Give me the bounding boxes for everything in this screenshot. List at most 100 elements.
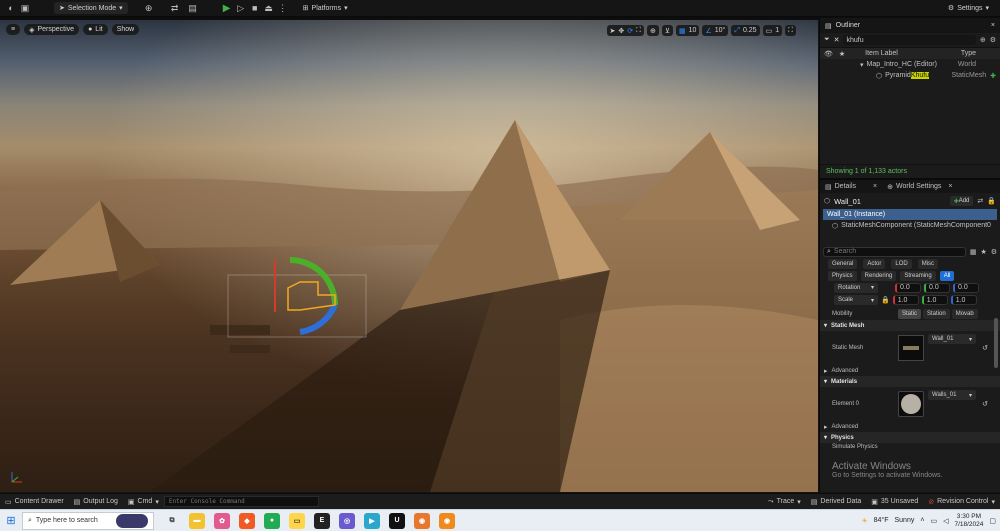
- trace-button[interactable]: ⤳ Trace ▾: [763, 494, 806, 510]
- cmd-dropdown[interactable]: ▣ Cmd ▾: [123, 494, 164, 510]
- world-local-toggle[interactable]: ⊕: [647, 25, 659, 36]
- rotation-snap-control[interactable]: ∠ 10°: [702, 25, 729, 36]
- platforms-menu[interactable]: ⊞ Platforms ▾: [298, 2, 353, 14]
- grid-snap-control[interactable]: ▦ 10: [676, 25, 700, 36]
- add-component-button[interactable]: ✚ Add: [949, 196, 974, 206]
- show-hidden-icons[interactable]: ˄: [920, 517, 924, 524]
- filter-lod[interactable]: LOD: [891, 259, 912, 269]
- world-settings-tab[interactable]: ⊕ World Settings ×: [882, 183, 957, 191]
- rotation-z[interactable]: 0.0: [953, 282, 979, 293]
- scale-tool-icon[interactable]: ⛶: [636, 27, 641, 35]
- static-mesh-picker[interactable]: Wall_01 ▾: [928, 334, 976, 344]
- show-button[interactable]: Show: [111, 24, 140, 35]
- col-type[interactable]: Type: [961, 50, 976, 57]
- add-filter-icon[interactable]: ⊕: [980, 36, 986, 44]
- close-icon[interactable]: ×: [873, 183, 877, 190]
- material-picker[interactable]: Walls_01 ▾: [928, 390, 976, 400]
- weather-temp[interactable]: 84°F: [874, 517, 889, 524]
- select-tool-icon[interactable]: ➤: [610, 27, 616, 35]
- outliner-tab[interactable]: ▤ Outliner ×: [820, 18, 1000, 33]
- photos-icon[interactable]: ✿: [214, 512, 230, 529]
- cinematics-icon[interactable]: ▤: [186, 2, 200, 14]
- output-log-button[interactable]: ▤ Output Log: [69, 494, 123, 510]
- more-options-icon[interactable]: ⋮: [276, 2, 290, 14]
- save-icon[interactable]: ▣: [18, 2, 32, 14]
- volume-icon[interactable]: ◁: [943, 517, 948, 525]
- viewport-menu-button[interactable]: ≡: [6, 24, 21, 35]
- advanced-row[interactable]: ▸ Advanced: [820, 365, 1000, 376]
- rotate-tool-icon[interactable]: ⟳: [627, 27, 633, 35]
- chrome-icon[interactable]: ●: [264, 512, 280, 529]
- gear-icon[interactable]: ⚙: [991, 248, 997, 256]
- reset-icon[interactable]: ↺: [982, 400, 988, 408]
- component-row[interactable]: ⬡ StaticMeshComponent (StaticMeshCompone…: [820, 220, 1000, 231]
- camera-speed-control[interactable]: ▭ 1: [762, 25, 783, 36]
- table-view-icon[interactable]: ▦: [970, 248, 977, 256]
- static-mesh-thumbnail[interactable]: [898, 335, 924, 361]
- expand-arrow-icon[interactable]: ▾: [860, 61, 864, 69]
- static-mesh-section[interactable]: ▾ Static Mesh: [820, 320, 1000, 331]
- lit-button[interactable]: ● Lit: [83, 24, 108, 35]
- details-search-input[interactable]: ⌕ Search: [823, 246, 966, 257]
- step-icon[interactable]: ▷: [234, 2, 248, 14]
- mobility-static[interactable]: Static: [898, 308, 922, 319]
- materials-section[interactable]: ▾ Materials: [820, 376, 1000, 387]
- unsaved-button[interactable]: ▣ 35 Unsaved: [866, 494, 923, 510]
- outliner-row-world[interactable]: ▾ Map_Intro_HC (Editor) World: [820, 59, 1000, 70]
- video-editor-icon[interactable]: ▶: [364, 512, 380, 529]
- surface-snap-toggle[interactable]: ⊻: [661, 25, 674, 36]
- details-tab[interactable]: ▤ Details ×: [820, 183, 882, 191]
- unreal-logo-icon[interactable]: ◐: [4, 2, 18, 14]
- rotation-y[interactable]: 0.0: [924, 282, 950, 293]
- filter-physics[interactable]: Physics: [828, 271, 857, 281]
- rotation-dropdown[interactable]: Rotation ▾: [834, 282, 878, 293]
- maximize-viewport-button[interactable]: ⛶: [785, 25, 796, 36]
- blueprint-icon[interactable]: ⇄: [168, 2, 182, 14]
- sticky-notes-icon[interactable]: ▭: [289, 512, 305, 529]
- network-icon[interactable]: ▭: [930, 517, 937, 525]
- revision-control-button[interactable]: ⊘ Revision Control ▾: [923, 494, 1000, 510]
- epic-games-icon[interactable]: E: [314, 512, 330, 529]
- console-input[interactable]: Enter Console Command: [163, 496, 319, 507]
- gear-icon[interactable]: ⚙: [990, 36, 996, 44]
- file-explorer-icon[interactable]: ▬: [189, 512, 205, 529]
- blueprint-icon[interactable]: ⇄: [977, 197, 983, 205]
- outliner-search-input[interactable]: khufu: [843, 35, 976, 45]
- stop-icon[interactable]: ■: [248, 2, 262, 14]
- scale-z[interactable]: 1.0: [950, 295, 977, 305]
- mobility-station[interactable]: Station: [923, 308, 950, 319]
- filter-streaming[interactable]: Streaming: [900, 271, 936, 281]
- task-view-icon[interactable]: ⧉: [164, 513, 180, 529]
- scale-dropdown[interactable]: Scale ▾: [834, 295, 878, 305]
- scale-x[interactable]: 1.0: [892, 295, 919, 305]
- derived-data-button[interactable]: ▤ Derived Data: [806, 494, 866, 510]
- filter-all[interactable]: All: [939, 271, 955, 281]
- messenger-icon[interactable]: ◎: [339, 512, 355, 529]
- clock[interactable]: 3:30 PM 7/18/2024: [954, 513, 983, 529]
- taskbar-search[interactable]: ⌕ Type here to search: [22, 511, 154, 530]
- mobility-movable[interactable]: Movab: [951, 308, 978, 319]
- unreal-editor-icon[interactable]: U: [389, 512, 405, 529]
- play-icon[interactable]: ▶: [220, 2, 234, 14]
- blender-icon[interactable]: ◉: [414, 512, 430, 529]
- filter-actor[interactable]: Actor: [863, 259, 886, 269]
- close-icon[interactable]: ×: [991, 22, 995, 29]
- physics-section[interactable]: ▾ Physics: [820, 432, 1000, 443]
- settings-menu[interactable]: ⚙ Settings ▾: [943, 2, 994, 14]
- reset-icon[interactable]: ↺: [982, 344, 988, 352]
- content-drawer-button[interactable]: ▭ Content Drawer: [0, 494, 69, 510]
- brave-browser-icon[interactable]: ◆: [239, 512, 255, 529]
- scale-y[interactable]: 1.0: [921, 295, 948, 305]
- add-icon[interactable]: ✚: [990, 72, 996, 80]
- material-thumbnail[interactable]: [898, 391, 924, 417]
- col-item-label[interactable]: Item Label: [865, 50, 898, 57]
- level-viewport[interactable]: ≡ ◈ Perspective ● Lit Show ➤ ✥ ⟳ ⛶ ⊕ ⊻ ▦…: [0, 20, 818, 492]
- filter-general[interactable]: General: [828, 259, 858, 269]
- scale-snap-control[interactable]: ⤢ 0.25: [731, 25, 760, 36]
- add-actor-icon[interactable]: ⊕: [142, 2, 156, 14]
- visibility-column-icon[interactable]: 👁: [824, 50, 833, 58]
- pin-column-icon[interactable]: ★: [839, 50, 845, 58]
- filter-icon[interactable]: ⏷: [824, 36, 830, 44]
- clear-search-icon[interactable]: ✕: [834, 36, 840, 44]
- filter-rendering[interactable]: Rendering: [860, 271, 897, 281]
